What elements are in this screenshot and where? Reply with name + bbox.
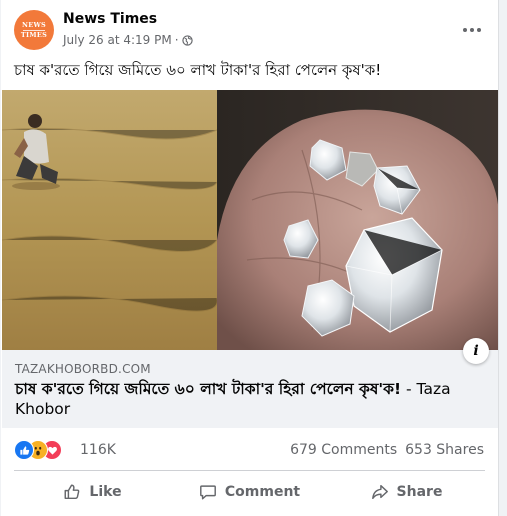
comment-button[interactable]: Comment (171, 476, 328, 508)
like-label: Like (89, 484, 122, 500)
link-preview[interactable]: i TAZAKHOBORBD.COM চাষ ক'রতে গিয়ে জমিতে… (2, 338, 498, 428)
like-button[interactable]: Like (14, 476, 171, 508)
avatar-text-line2: TIMES (20, 30, 48, 39)
comment-count[interactable]: 679 Comments (290, 442, 397, 458)
thumbs-up-icon (64, 484, 80, 500)
page-avatar[interactable]: NEWS TIMES (14, 10, 54, 50)
share-button[interactable]: Share (328, 476, 485, 508)
avatar-divider (23, 29, 45, 31)
post-timestamp[interactable]: July 26 at 4:19 PM (63, 33, 172, 47)
dot-icon (463, 28, 467, 32)
post-actions: Like Comment Share (14, 476, 485, 508)
meta-separator: · (174, 33, 179, 47)
comment-label: Comment (224, 484, 301, 500)
link-headline: চাষ ক'রতে গিয়ে জমিতে ৬০ লাখ টাকা'র হিরা… (15, 380, 402, 398)
post-meta: July 26 at 4:19 PM · (63, 33, 193, 47)
like-icon (14, 440, 34, 460)
engagement-stats: 116K 679 Comments 653 Shares (14, 438, 484, 462)
link-title[interactable]: চাষ ক'রতে গিয়ে জমিতে ৬০ লাখ টাকা'র হিরা… (15, 379, 485, 419)
page-name[interactable]: News Times (63, 11, 157, 27)
info-icon[interactable]: i (463, 338, 489, 364)
globe-icon (181, 34, 193, 46)
post-card: NEWS TIMES News Times July 26 at 4:19 PM… (1, 0, 499, 516)
comment-icon (199, 485, 216, 500)
dot-icon (470, 28, 474, 32)
share-arrow-icon (371, 484, 388, 500)
action-divider (14, 470, 485, 471)
share-count[interactable]: 653 Shares (405, 442, 484, 458)
link-domain: TAZAKHOBORBD.COM (15, 362, 151, 376)
more-options-button[interactable] (458, 22, 486, 38)
reaction-count[interactable]: 116K (80, 442, 116, 458)
dot-icon (477, 28, 481, 32)
comment-share-stats: 679 Comments 653 Shares (290, 442, 484, 458)
post-image[interactable] (2, 90, 499, 350)
share-label: Share (396, 484, 443, 500)
avatar-text-line1: NEWS (21, 20, 47, 29)
post-text: চাষ ক'রতে গিয়ে জমিতে ৬০ লাখ টাকা'র হিরা… (14, 61, 382, 79)
